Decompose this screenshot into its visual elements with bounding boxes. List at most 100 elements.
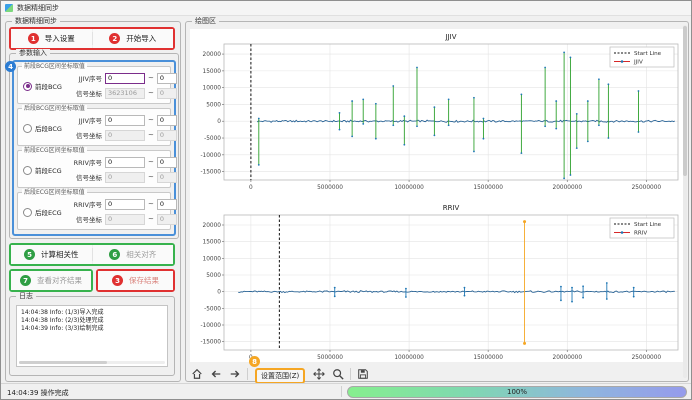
front-ecg-radio[interactable]: 前段ECG bbox=[23, 165, 62, 175]
front-ecg-rriv-from-input[interactable] bbox=[105, 157, 145, 168]
rear-bcg-coord-to-input[interactable] bbox=[157, 130, 177, 141]
svg-text:JJIV: JJIV bbox=[445, 33, 457, 41]
front-ecg-coord-to-input[interactable] bbox=[157, 172, 177, 183]
log-area[interactable]: 14:04:38 Info: (1/3)导入完成 14:04:38 Info: … bbox=[16, 305, 168, 367]
step-badge-1: 1 bbox=[28, 33, 39, 44]
statusbar: 14:04:39 操作完成 100% bbox=[1, 383, 691, 399]
step-badge-2: 2 bbox=[109, 33, 120, 44]
svg-text:-5000: -5000 bbox=[204, 136, 221, 142]
left-panel-group: 数据精细同步 1 导入设置 2 开始导入 参数输入 4 前段BCG区间坐标取值 bbox=[5, 21, 181, 382]
correlation-align-label: 相关对齐 bbox=[126, 249, 156, 260]
rear-ecg-coord-to-input[interactable] bbox=[157, 214, 177, 225]
compute-correlation-button[interactable]: 5 计算相关性 bbox=[11, 245, 92, 264]
svg-text:10000: 10000 bbox=[203, 256, 222, 262]
zoom-icon[interactable] bbox=[331, 367, 345, 381]
svg-text:15000000: 15000000 bbox=[473, 185, 503, 191]
rear-ecg-rriv-to-input[interactable] bbox=[157, 199, 177, 210]
save-result-button[interactable]: 3 保存结果 bbox=[98, 271, 173, 290]
correlation-align-button[interactable]: 6 相关对齐 bbox=[93, 245, 174, 264]
front-bcg-radio[interactable]: 前段BCG bbox=[23, 81, 62, 91]
log-entry: 14:04:38 Info: (1/3)导入完成 bbox=[21, 309, 163, 317]
save-result-label: 保存结果 bbox=[129, 275, 159, 286]
scrollbar-thumb[interactable] bbox=[683, 26, 687, 176]
front-bcg-radio-circle[interactable] bbox=[23, 82, 32, 91]
pan-icon[interactable] bbox=[312, 367, 326, 381]
svg-text:JJIV: JJIV bbox=[633, 60, 643, 66]
svg-text:15000: 15000 bbox=[203, 240, 222, 246]
toolbar-separator bbox=[350, 368, 351, 380]
range-separator: ~ bbox=[148, 200, 154, 208]
svg-text:RRIV: RRIV bbox=[634, 231, 647, 237]
front-ecg-coord-from-input[interactable] bbox=[105, 172, 145, 183]
toolbar-separator bbox=[247, 368, 248, 380]
view-result-annotation: 7 查看对齐结果 bbox=[9, 269, 93, 292]
front-bcg-coord-to-input[interactable] bbox=[157, 88, 177, 99]
jjiv-index-label: JJIV序号 bbox=[66, 115, 102, 125]
import-settings-label: 导入设置 bbox=[45, 33, 75, 44]
range-separator: ~ bbox=[148, 116, 154, 124]
front-bcg-jjiv-to-input[interactable] bbox=[157, 73, 177, 84]
back-icon[interactable] bbox=[209, 367, 223, 381]
figure-canvas[interactable]: 0 5000000 10000000 15000000 20000000 25000000… bbox=[190, 29, 686, 362]
log-entry: 14:04:39 Info: (3/3)绘制完成 bbox=[21, 325, 163, 333]
rriv-index-label: RRIV序号 bbox=[66, 157, 102, 167]
rear-bcg-radio-circle[interactable] bbox=[23, 124, 32, 133]
svg-text:10000000: 10000000 bbox=[394, 355, 424, 361]
rear-bcg-radio[interactable]: 后段BCG bbox=[23, 123, 62, 133]
svg-text:5000: 5000 bbox=[206, 273, 221, 279]
rear-ecg-radio-label: 后段ECG bbox=[35, 207, 62, 217]
svg-text:15000: 15000 bbox=[203, 69, 222, 75]
params-group-title: 参数输入 bbox=[16, 49, 50, 58]
rear-ecg-rriv-from-input[interactable] bbox=[105, 199, 145, 210]
svg-text:-10000: -10000 bbox=[200, 153, 221, 159]
home-icon[interactable] bbox=[190, 367, 204, 381]
front-ecg-radio-circle[interactable] bbox=[23, 166, 32, 175]
log-horizontal-scrollbar[interactable] bbox=[19, 361, 165, 364]
svg-text:20000000: 20000000 bbox=[553, 185, 583, 191]
svg-text:0: 0 bbox=[217, 290, 221, 296]
svg-text:5000000: 5000000 bbox=[317, 185, 343, 191]
rear-ecg-radio[interactable]: 后段ECG bbox=[23, 207, 62, 217]
rear-bcg-jjiv-to-input[interactable] bbox=[157, 115, 177, 126]
range-separator: ~ bbox=[148, 173, 154, 181]
svg-text:20000: 20000 bbox=[203, 223, 222, 229]
svg-text:25000000: 25000000 bbox=[632, 355, 662, 361]
start-import-button[interactable]: 2 开始导入 bbox=[93, 29, 174, 48]
plot-toolbar: 8 设置范围(Z) bbox=[190, 365, 370, 382]
jjiv-index-label: JJIV序号 bbox=[66, 73, 102, 83]
front-ecg-rriv-to-input[interactable] bbox=[157, 157, 177, 168]
save-figure-icon[interactable] bbox=[356, 367, 370, 381]
plot-panel-title: 绘图区 bbox=[192, 17, 219, 26]
front-bcg-jjiv-from-input[interactable] bbox=[105, 73, 145, 84]
import-settings-button[interactable]: 1 导入设置 bbox=[11, 29, 92, 48]
rriv-chart[interactable]: 0500000010000000150000002000000025000000… bbox=[190, 200, 686, 366]
rear-bcg-jjiv-from-input[interactable] bbox=[105, 115, 145, 126]
compute-correlation-label: 计算相关性 bbox=[41, 249, 79, 260]
rear-ecg-radio-circle[interactable] bbox=[23, 208, 32, 217]
plot-panel-group: 绘图区 050000001000000015000000200000002500… bbox=[185, 21, 689, 382]
jjiv-chart[interactable]: 0500000010000000150000002000000025000000… bbox=[190, 29, 686, 196]
svg-text:-10000: -10000 bbox=[200, 323, 221, 329]
rear-bcg-coord-from-input[interactable] bbox=[105, 130, 145, 141]
log-group: 日志 14:04:38 Info: (1/3)导入完成 14:04:38 Inf… bbox=[9, 296, 175, 376]
view-align-result-button[interactable]: 7 查看对齐结果 bbox=[11, 271, 91, 290]
compute-buttons-annotation: 5 计算相关性 6 相关对齐 bbox=[9, 243, 175, 266]
vertical-scrollbar[interactable] bbox=[683, 25, 687, 378]
titlebar: 数据精细同步 bbox=[1, 1, 691, 16]
step-badge-5: 5 bbox=[24, 249, 35, 260]
rear-ecg-coord-from-input[interactable] bbox=[105, 214, 145, 225]
forward-icon[interactable] bbox=[228, 367, 242, 381]
front-ecg-section: 前段ECG区间坐标取值 前段ECG RRIV序号 ~ 信号坐标 ~ bbox=[17, 150, 171, 188]
svg-text:25000000: 25000000 bbox=[632, 185, 662, 191]
left-panel-title: 数据精细同步 bbox=[12, 17, 60, 26]
status-text: 14:04:39 操作完成 bbox=[7, 388, 69, 398]
front-bcg-coord-from-input[interactable] bbox=[105, 88, 145, 99]
svg-text:10000: 10000 bbox=[203, 86, 222, 92]
svg-text:15000000: 15000000 bbox=[473, 355, 503, 361]
log-scrollbar-thumb[interactable] bbox=[19, 361, 107, 364]
svg-text:0: 0 bbox=[249, 185, 253, 191]
signal-coord-label: 信号坐标 bbox=[66, 172, 102, 182]
rear-ecg-section-title: 后段ECG区间坐标取值 bbox=[22, 189, 87, 197]
svg-text:Start Line: Start Line bbox=[634, 51, 662, 57]
set-range-button[interactable]: 设置范围(Z) bbox=[255, 368, 305, 384]
